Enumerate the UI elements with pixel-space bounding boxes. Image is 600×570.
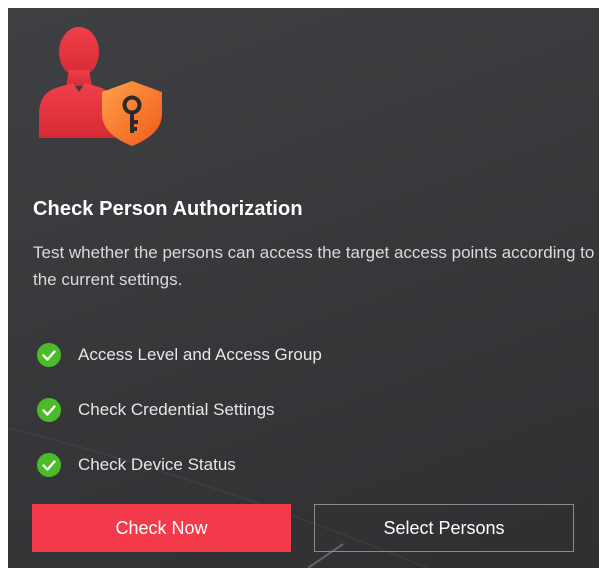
check-list: Access Level and Access Group Check Cred… [37,327,322,492]
card-title: Check Person Authorization [33,198,303,220]
check-now-button[interactable]: Check Now [32,504,291,552]
person-key-shield-icon [39,27,162,146]
select-persons-button[interactable]: Select Persons [314,504,574,552]
green-check-circle-icon [37,397,61,422]
check-label: Check Credential Settings [78,399,275,419]
card-description: Test whether the persons can access the … [33,243,595,289]
green-check-circle-icon [37,452,61,477]
check-authorization-card: Check Person Authorization Test whether … [8,8,599,568]
check-label: Check Device Status [78,454,236,474]
green-check-circle-icon [37,342,61,367]
check-label: Access Level and Access Group [78,344,322,364]
check-item-device-status: Check Device Status [37,437,322,492]
check-item-access-level: Access Level and Access Group [37,327,322,382]
check-item-credential-settings: Check Credential Settings [37,382,322,437]
